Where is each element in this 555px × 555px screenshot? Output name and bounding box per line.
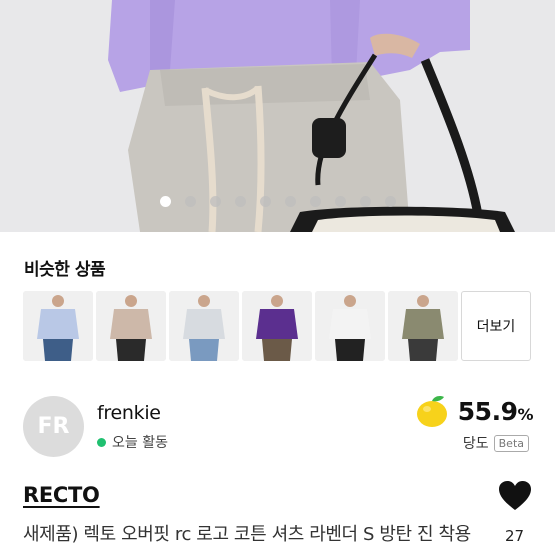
similar-product-thumbnail[interactable] — [23, 291, 93, 361]
brand-link[interactable]: RECTO — [23, 483, 100, 507]
carousel-dot[interactable] — [184, 196, 196, 207]
heart-icon[interactable] — [498, 480, 532, 512]
product-model-image — [169, 291, 239, 361]
carousel-dot[interactable] — [159, 196, 171, 207]
carousel-dot[interactable] — [384, 196, 396, 207]
carousel-dot[interactable] — [234, 196, 246, 207]
online-status-dot — [97, 437, 106, 447]
trust-label-text: 당도 — [462, 436, 489, 452]
lemon-icon — [416, 396, 447, 427]
like-count: 27 — [505, 527, 525, 545]
similar-products-title: 비슷한 상품 — [24, 260, 106, 280]
seller-activity-status: 오늘 활동 — [97, 432, 168, 452]
carousel-dot[interactable] — [359, 196, 371, 207]
product-model-image — [23, 291, 93, 361]
product-title: 새제품) 렉토 오버핏 rc 로고 코튼 셔츠 라벤더 S 방탄 진 착용 — [23, 524, 471, 545]
similar-product-thumbnail[interactable] — [315, 291, 385, 361]
carousel-dot[interactable] — [209, 196, 221, 207]
similar-product-thumbnail[interactable] — [96, 291, 166, 361]
activity-label: 오늘 활동 — [112, 435, 168, 451]
product-model-image — [242, 291, 312, 361]
carousel-dot[interactable] — [284, 196, 296, 207]
similar-product-thumbnail[interactable] — [169, 291, 239, 361]
similar-product-thumbnail[interactable] — [242, 291, 312, 361]
product-photo[interactable] — [0, 0, 555, 232]
product-model-image — [315, 291, 385, 361]
trust-score[interactable]: 55.9% — [414, 394, 533, 428]
seller-avatar[interactable]: FR — [23, 396, 84, 457]
carousel-indicator[interactable] — [0, 196, 555, 207]
trust-score-label: 당도 Beta — [463, 433, 529, 453]
carousel-dot[interactable] — [259, 196, 271, 207]
similar-product-thumbnail[interactable] — [388, 291, 458, 361]
carousel-dot[interactable] — [334, 196, 346, 207]
product-model-image — [96, 291, 166, 361]
product-model-image — [388, 291, 458, 361]
seller-name[interactable]: frenkie — [97, 402, 161, 424]
trust-score-value: 55.9% — [457, 396, 534, 426]
beta-badge: Beta — [493, 434, 529, 452]
more-button[interactable]: 더보기 — [461, 291, 531, 361]
similar-products-list — [23, 291, 458, 361]
carousel-dot[interactable] — [309, 196, 321, 207]
